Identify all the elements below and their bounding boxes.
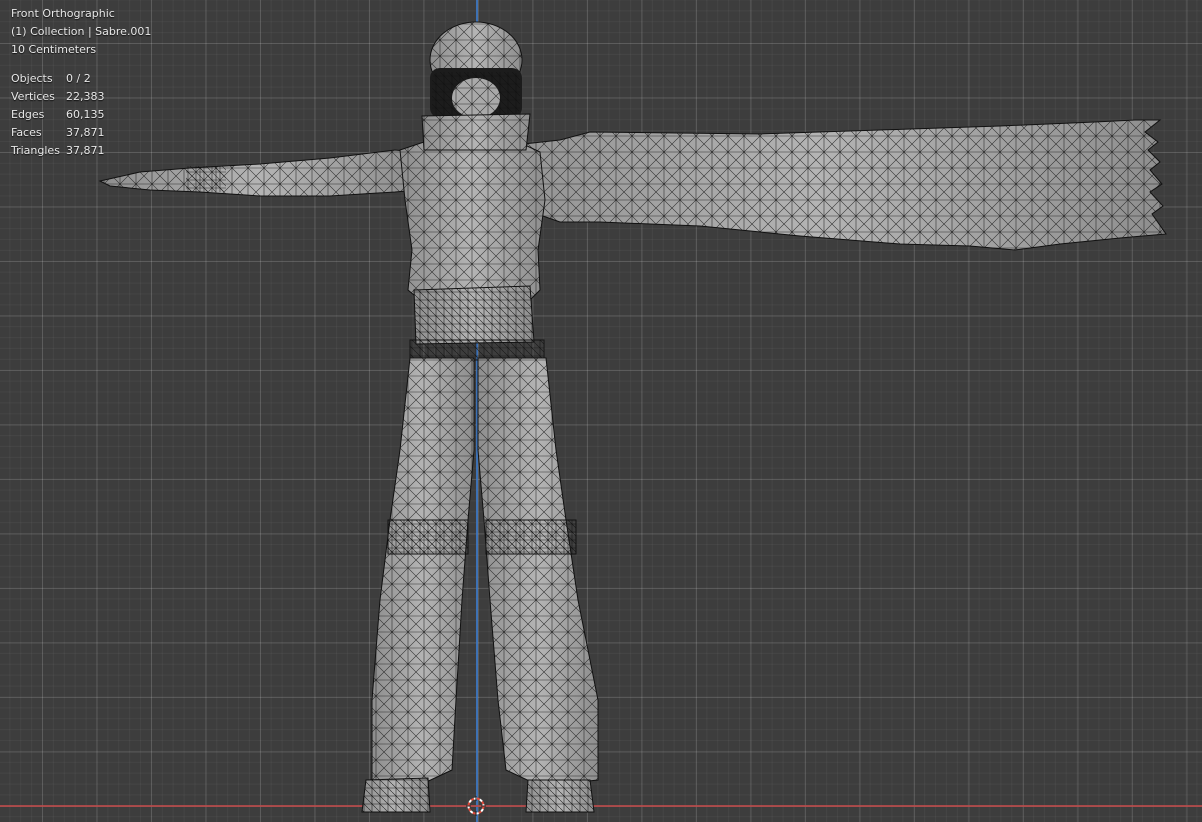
stat-row-triangles: Triangles 37,871 — [11, 142, 151, 160]
stat-label: Edges — [11, 108, 45, 121]
stat-row-vertices: Vertices 22,383 — [11, 88, 151, 106]
stat-value: 22,383 — [66, 90, 105, 103]
stat-label: Objects — [11, 72, 53, 85]
grid-scale: 10 Centimeters — [11, 43, 97, 56]
cape-mesh — [469, 119, 1167, 251]
stat-row-edges: Edges 60,135 — [11, 106, 151, 124]
stat-value: 60,135 — [66, 108, 105, 121]
stat-label: Faces — [11, 126, 42, 139]
scene-statistics: Objects 0 / 2 Vertices 22,383 Edges 60,1… — [11, 70, 151, 160]
3d-viewport[interactable]: Front Orthographic (1) Collection | Sabr… — [0, 0, 1202, 822]
legs-mesh — [361, 357, 599, 813]
collection-info: (1) Collection | Sabre.001 — [11, 25, 152, 38]
stat-label: Vertices — [11, 90, 55, 103]
3d-cursor-icon[interactable] — [466, 796, 486, 816]
stat-value: 37,871 — [66, 144, 105, 157]
stat-row-faces: Faces 37,871 — [11, 124, 151, 142]
character-mesh[interactable] — [0, 0, 1202, 822]
viewport-info-overlay: Front Orthographic (1) Collection | Sabr… — [11, 5, 151, 160]
stat-value: 37,871 — [66, 126, 105, 139]
torso-mesh — [399, 131, 546, 361]
stat-row-objects: Objects 0 / 2 — [11, 70, 151, 88]
view-name: Front Orthographic — [11, 7, 115, 20]
stat-label: Triangles — [11, 144, 60, 157]
head-mesh — [421, 21, 531, 151]
stat-value: 0 / 2 — [66, 72, 91, 85]
